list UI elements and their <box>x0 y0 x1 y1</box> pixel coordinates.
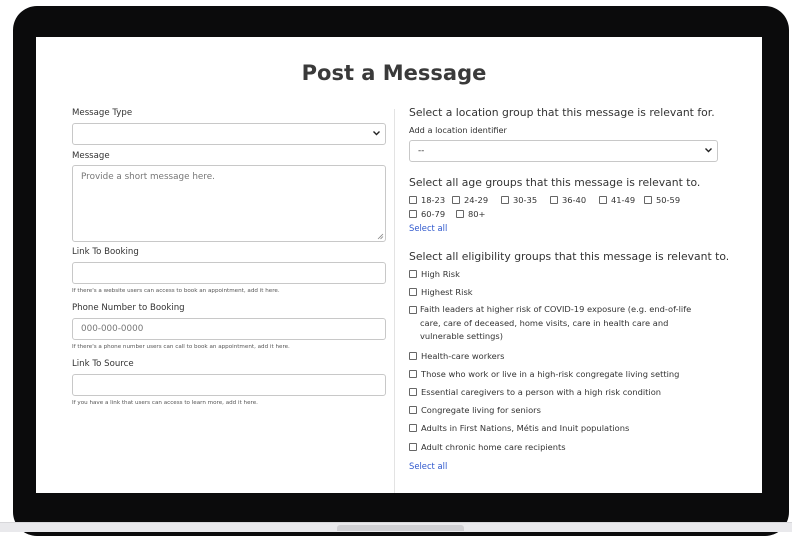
checkbox[interactable] <box>409 270 417 278</box>
message-type-select[interactable] <box>72 123 386 145</box>
eligibility-heading: Select all eligibility groups that this … <box>409 250 730 263</box>
link-booking-label: Link To Booking <box>72 247 139 257</box>
eligibility-option[interactable]: High Risk <box>409 269 460 279</box>
age-select-all-link[interactable]: Select all <box>409 223 447 233</box>
eligibility-option[interactable]: Health-care workers <box>409 351 504 361</box>
checkbox[interactable] <box>409 424 417 432</box>
chevron-down-icon <box>373 131 380 136</box>
link-booking-help: If there's a website users can access to… <box>72 288 280 294</box>
link-source-label: Link To Source <box>72 359 134 369</box>
eligibility-option[interactable]: Faith leaders at higher risk of COVID-19… <box>409 303 709 344</box>
eligibility-select-all-link[interactable]: Select all <box>409 461 447 471</box>
resize-grip-icon[interactable] <box>377 233 384 240</box>
age-option[interactable]: 60-79 <box>409 209 445 219</box>
checkbox[interactable] <box>409 388 417 396</box>
location-heading: Select a location group that this messag… <box>409 106 715 119</box>
app-screen: Post a Message Message Type Message Prov… <box>36 37 762 493</box>
age-option[interactable]: 50-59 <box>644 195 680 205</box>
phone-placeholder: 000-000-0000 <box>81 324 144 334</box>
phone-label: Phone Number to Booking <box>72 303 185 313</box>
age-option[interactable]: 18-23 <box>409 195 445 205</box>
laptop-notch <box>337 525 464 531</box>
message-textarea[interactable]: Provide a short message here. <box>72 165 386 242</box>
checkbox[interactable] <box>501 196 509 204</box>
eligibility-option[interactable]: Adult chronic home care recipients <box>409 442 566 452</box>
checkbox[interactable] <box>409 210 417 218</box>
checkbox[interactable] <box>550 196 558 204</box>
location-sublabel: Add a location identifier <box>409 125 507 135</box>
phone-input[interactable]: 000-000-0000 <box>72 318 386 340</box>
eligibility-option[interactable]: Congregate living for seniors <box>409 405 541 415</box>
link-source-input[interactable] <box>72 374 386 396</box>
checkbox[interactable] <box>409 406 417 414</box>
message-label: Message <box>72 151 110 161</box>
age-option[interactable]: 24-29 <box>452 195 488 205</box>
phone-help: If there's a phone number users can call… <box>72 344 290 350</box>
page-title: Post a Message <box>301 61 487 85</box>
link-booking-input[interactable] <box>72 262 386 284</box>
checkbox[interactable] <box>409 196 417 204</box>
age-heading: Select all age groups that this message … <box>409 176 701 189</box>
eligibility-option[interactable]: Those who work or live in a high-risk co… <box>409 369 679 379</box>
checkbox[interactable] <box>409 370 417 378</box>
age-option[interactable]: 41-49 <box>599 195 635 205</box>
checkbox[interactable] <box>599 196 607 204</box>
message-placeholder: Provide a short message here. <box>81 172 215 182</box>
checkbox[interactable] <box>409 443 417 451</box>
checkbox[interactable] <box>409 288 417 296</box>
eligibility-option[interactable]: Essential caregivers to a person with a … <box>409 387 661 397</box>
chevron-down-icon <box>705 148 712 153</box>
location-value: -- <box>418 146 425 156</box>
link-source-help: If you have a link that users can access… <box>72 400 258 406</box>
checkbox[interactable] <box>456 210 464 218</box>
checkbox[interactable] <box>452 196 460 204</box>
checkbox[interactable] <box>644 196 652 204</box>
age-option[interactable]: 80+ <box>456 209 486 219</box>
age-option[interactable]: 30-35 <box>501 195 537 205</box>
checkbox[interactable] <box>409 306 417 314</box>
checkbox[interactable] <box>409 352 417 360</box>
eligibility-option[interactable]: Adults in First Nations, Métis and Inuit… <box>409 423 629 433</box>
age-option[interactable]: 36-40 <box>550 195 586 205</box>
eligibility-option[interactable]: Highest Risk <box>409 287 473 297</box>
location-select[interactable]: -- <box>409 140 718 162</box>
column-divider <box>394 109 395 493</box>
message-type-label: Message Type <box>72 108 133 118</box>
